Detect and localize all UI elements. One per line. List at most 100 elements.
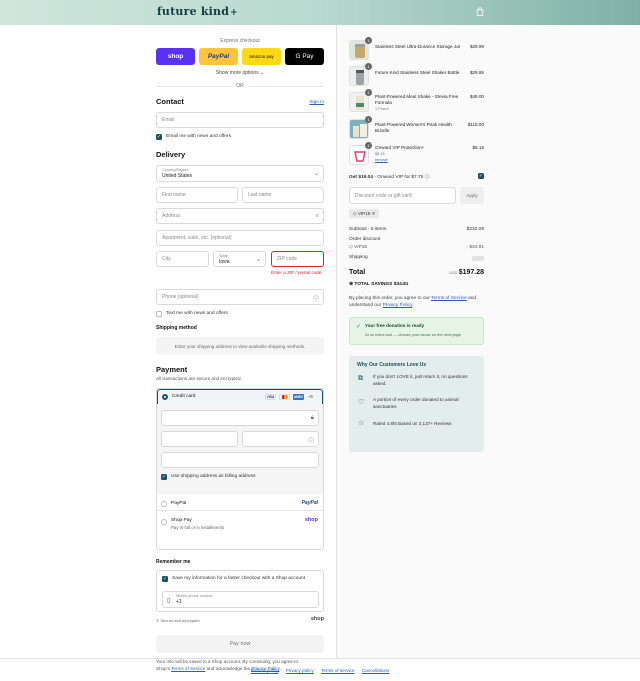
onward-bold: Get $19.04 — [349, 175, 374, 180]
text-news-label: Text me with news and offers — [166, 311, 228, 316]
card-expiry-field[interactable] — [161, 431, 238, 447]
mobile-phone-field[interactable]: ▯ Mobile phone number +1 — [162, 591, 319, 608]
quantity-badge: 1 — [365, 142, 372, 149]
item-name: Future Kind Stainless Steel Shaker Bottl… — [375, 70, 460, 75]
paypal-logo: PayPal — [301, 500, 318, 506]
item-price: $115.00 — [467, 122, 484, 127]
country-select[interactable]: Country/Region United States ⌄ — [156, 165, 324, 182]
show-more-label: Show more options — [215, 70, 259, 76]
shipping-row: Shipping — [349, 255, 484, 261]
pay-now-button[interactable]: Pay now — [156, 635, 324, 653]
mobile-icon: ▯ — [167, 598, 171, 604]
google-pay-button[interactable]: G Pay — [285, 48, 324, 65]
delivery-heading: Delivery — [156, 150, 186, 159]
paypal-button[interactable]: PayPal — [199, 48, 238, 65]
mobile-label: Mobile phone number — [176, 594, 213, 598]
cancellations-link[interactable]: Cancellations — [362, 668, 390, 673]
first-name-field[interactable]: First name — [156, 187, 238, 203]
check-circle-icon: ✓ — [356, 324, 362, 330]
item-price: $29.95 — [469, 70, 484, 75]
chevron-down-icon: ⌄ — [255, 257, 261, 263]
chevron-down-icon: ⌄ — [260, 70, 265, 76]
shopping-bag-icon[interactable] — [476, 7, 484, 16]
help-icon[interactable]: ⓘ — [308, 436, 314, 445]
zip-placeholder: ZIP code — [277, 256, 297, 262]
discount-code-label: VIP15 — [354, 245, 368, 250]
state-select[interactable]: State Iowa ⌄ — [213, 251, 266, 267]
terms-of-service-link[interactable]: Terms of service — [321, 668, 354, 673]
zip-error: Enter a ZIP / postal code — [271, 270, 322, 275]
show-more-options[interactable]: Show more options ⌄ — [156, 70, 324, 76]
remove-link[interactable]: remove — [375, 158, 388, 162]
savings-label: TOTAL SAVINGS — [354, 282, 393, 287]
news-checkbox[interactable]: ✓ — [156, 134, 162, 140]
chevron-down-icon: ⌄ — [313, 171, 319, 177]
heart-icon: ♡ — [358, 399, 365, 406]
item-price: $8.15 — [472, 145, 485, 150]
refund-policy-link[interactable]: Refund policy — [251, 668, 279, 673]
agree-terms-link[interactable]: Terms of Service — [431, 296, 467, 301]
privacy-policy-link[interactable]: Privacy policy — [286, 668, 314, 673]
or-label: OR — [232, 83, 248, 89]
last-name-field[interactable]: Last name — [242, 187, 324, 203]
donation-sub: At no extra cost — choose your cause on … — [365, 332, 462, 337]
discount-code-row: ◇ VIP15- $34.81 — [349, 245, 484, 250]
email-placeholder: Email — [162, 117, 175, 123]
quantity-badge: 1 — [365, 116, 372, 123]
discount-code-field[interactable]: Discount code or gift card — [349, 187, 456, 204]
last-name-placeholder: Last name — [248, 192, 272, 198]
item-name: Plant-Powered Women's Peak Health Bundle — [375, 122, 452, 133]
state-value: Iowa — [219, 259, 230, 265]
credit-card-label: Credit card — [172, 394, 196, 399]
onward-checkbox[interactable]: ✓ — [478, 173, 484, 179]
lock-icon: 🔒︎ — [310, 415, 314, 421]
credit-card-radio[interactable] — [162, 394, 168, 400]
info-icon[interactable]: ⓘ — [425, 175, 430, 180]
phone-field[interactable]: Phone (optional) ⓘ — [156, 289, 324, 305]
help-icon[interactable]: ⓘ — [313, 294, 319, 303]
email-field[interactable]: Email — [156, 112, 324, 128]
total-row: Total USD $197.28 — [349, 269, 484, 276]
shipping-pending — [472, 256, 484, 261]
state-label: State — [219, 254, 228, 258]
quantity-badge: 1 — [365, 37, 372, 44]
sign-in-link[interactable]: Sign in — [309, 100, 324, 105]
city-field[interactable]: City — [156, 251, 209, 267]
amex-icon: AMEX — [293, 394, 304, 400]
agree-prefix: By placing this order, you agree to our — [349, 296, 432, 301]
billing-same-label: Use shipping address as billing address — [171, 474, 256, 479]
shipping-info: Enter your shipping address to view avai… — [156, 337, 324, 355]
zip-field[interactable]: ZIP code — [271, 251, 324, 267]
agree-privacy-link[interactable]: Privacy Policy — [383, 303, 413, 308]
amazon-pay-button[interactable]: amazon pay — [242, 48, 281, 65]
address-field[interactable]: Address ⌕ — [156, 208, 324, 224]
card-number-field[interactable]: 🔒︎ — [161, 410, 319, 426]
card-cvv-field[interactable]: ⓘ — [242, 431, 319, 447]
savings-row: ⊛ TOTAL SAVINGS $34.81 — [349, 282, 484, 287]
billing-same-checkbox[interactable]: ✓ — [161, 474, 167, 480]
paypal-radio[interactable] — [161, 501, 167, 507]
shop-pay-label[interactable]: Shop Pay — [171, 518, 192, 523]
footer-divider — [0, 658, 640, 659]
shop-logo: shop — [310, 616, 324, 622]
apply-button[interactable]: Apply — [460, 187, 484, 204]
onward-upsell: Get $19.04 - Onward VIP for $7.75 ⓘ ✓ — [349, 173, 484, 180]
item-variant: 1 Pouch — [375, 107, 389, 111]
apartment-field[interactable]: Apartment, suite, etc. (optional) — [156, 230, 324, 246]
visa-icon: VISA — [265, 394, 276, 400]
text-news-checkbox[interactable] — [156, 311, 162, 317]
first-name-placeholder: First name — [162, 192, 186, 198]
shop-pay-radio[interactable] — [161, 519, 167, 525]
paypal-option-label[interactable]: PayPal — [171, 501, 186, 506]
apartment-placeholder: Apartment, suite, etc. (optional) — [162, 235, 232, 241]
credit-card-option[interactable]: Credit card VISA AMEX +5 — [157, 389, 323, 405]
city-placeholder: City — [162, 256, 171, 262]
brand-logo[interactable]: future kind+ — [157, 5, 238, 18]
item-price: $29.99 — [469, 44, 484, 49]
card-name-field[interactable] — [161, 452, 319, 468]
save-info-checkbox[interactable]: ✓ — [162, 576, 168, 582]
discount-tag: ◇ VIP15 ✕ — [349, 209, 380, 218]
brand-name: future kind — [157, 5, 230, 18]
shop-pay-button[interactable]: shop — [156, 48, 195, 65]
close-icon[interactable]: ✕ — [372, 211, 376, 216]
